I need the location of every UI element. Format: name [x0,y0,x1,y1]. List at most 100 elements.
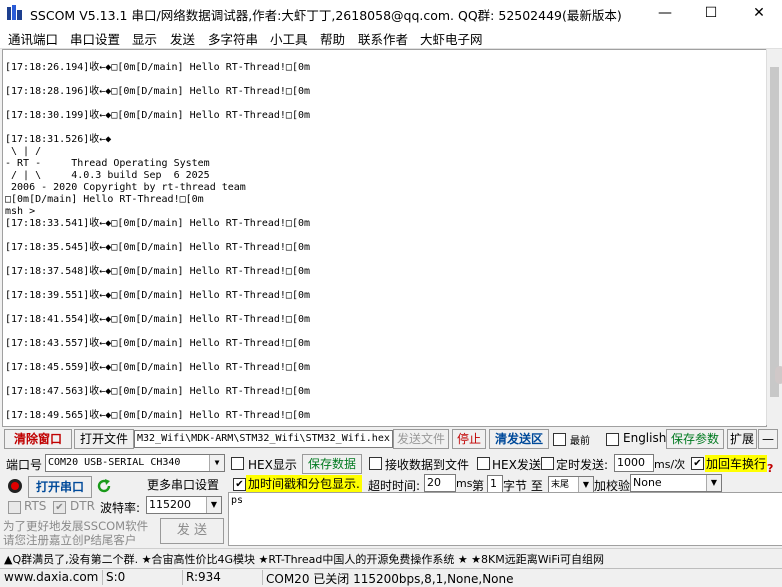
status-site[interactable]: www.daxia.com [0,570,98,585]
app-logo-icon [7,5,22,20]
close-button[interactable]: ✕ [736,0,782,26]
collapse-button[interactable]: — [758,429,778,449]
end-select[interactable]: 末尾 ▼ [548,476,594,493]
send-file-button[interactable]: 发送文件 [393,429,449,449]
baud-rate-value: 115200 [149,498,191,511]
refresh-icon[interactable] [96,478,112,494]
log-line: [17:18:30.199]收←◆□[0m[D/main] Hello RT-T… [5,110,311,121]
english-checkbox[interactable] [606,433,619,446]
interval-unit-label: ms/次 [654,458,686,471]
log-line: [17:18:33.541]收←◆□[0m[D/main] Hello RT-T… [5,218,311,229]
log-line: [17:18:28.196]收←◆□[0m[D/main] Hello RT-T… [5,86,311,97]
expand-button[interactable]: 扩展 [727,429,757,449]
help-mark[interactable]: ? [767,462,773,475]
recv-to-file-checkbox[interactable] [369,457,382,470]
timeout-unit-label: ms [456,477,473,490]
chevron-down-icon[interactable]: ▼ [209,455,224,471]
record-icon[interactable] [7,478,23,494]
scrollbar-thumb[interactable] [770,67,779,397]
log-line: [17:18:47.563]收←◆□[0m[D/main] Hello RT-T… [5,386,311,397]
status-received-count: R:934 [182,570,262,585]
log-line: [17:18:35.545]收←◆□[0m[D/main] Hello RT-T… [5,242,311,253]
status-port-info: COM20 已关闭 115200bps,8,1,None,None [262,570,514,586]
baud-rate-label: 波特率: [100,501,141,515]
timeout-input[interactable]: 20 [424,474,456,492]
hex-display-label: HEX显示 [248,458,297,472]
send-text: ps [231,495,244,506]
byte-index-input[interactable]: 1 [487,475,503,493]
log-line: [17:18:49.565]收←◆□[0m[D/main] Hello RT-T… [5,410,311,421]
ad-ticker[interactable]: ▲Q群满员了,没有第二个群. ★合宙高性价比4G模块 ★RT-Thread中国人… [0,548,782,567]
log-line: \ | / [5,146,42,157]
promo-line-2: 请您注册嘉立创P结尾客户 [3,533,137,547]
port-select[interactable]: COM20 USB-SERIAL CH340 ▼ [45,454,225,472]
save-params-button[interactable]: 保存参数 [666,429,724,449]
checksum-select-value: None [633,476,662,489]
file-path-input[interactable]: M32_Wifi\MDK-ARM\STM32_Wifi\STM32_Wifi.h… [134,430,393,448]
dtr-checkbox[interactable]: ✔ [53,501,66,514]
menu-bar: 通讯端口 串口设置 显示 发送 多字符串 小工具 帮助 联系作者 大虾电子网 [0,26,782,49]
english-label: English [623,431,667,445]
log-line: [17:18:39.551]收←◆□[0m[D/main] Hello RT-T… [5,290,311,301]
rts-label: RTS [24,499,47,513]
menu-help[interactable]: 帮助 [320,29,345,48]
menu-serial-settings[interactable]: 串口设置 [70,29,120,48]
topmost-checkbox[interactable] [553,433,566,446]
ad-ticker-text[interactable]: ▲Q群满员了,没有第二个群. ★合宙高性价比4G模块 ★RT-Thread中国人… [4,551,604,567]
hex-display-checkbox[interactable] [231,457,244,470]
chevron-down-icon[interactable]: ▼ [206,497,221,513]
send-button[interactable]: 发 送 [160,518,224,544]
save-data-button[interactable]: 保存数据 [302,454,362,474]
log-line: - RT - Thread Operating System [5,158,210,169]
clear-send-area-button[interactable]: 清发送区 [489,429,549,449]
log-line: [17:18:43.557]收←◆□[0m[D/main] Hello RT-T… [5,338,311,349]
recv-to-file-label[interactable]: 接收数据到文件 [385,456,469,473]
rts-checkbox[interactable] [8,501,21,514]
log-line: [17:18:26.194]收←◆□[0m[D/main] Hello RT-T… [5,62,311,73]
clear-window-button[interactable]: 清除窗口 [4,429,72,449]
menu-tools[interactable]: 小工具 [270,29,308,48]
timestamp-checkbox[interactable]: ✔ [233,478,246,491]
title-bar: SSCOM V5.13.1 串口/网络数据调试器,作者:大虾丁丁,2618058… [0,0,782,26]
open-file-button[interactable]: 打开文件 [74,429,134,449]
log-line: msh > [5,206,36,217]
menu-display[interactable]: 显示 [132,29,157,48]
end-select-value: 末尾 [551,480,570,490]
window-title: SSCOM V5.13.1 串口/网络数据调试器,作者:大虾丁丁,2618058… [30,8,622,23]
add-crlf-checkbox[interactable]: ✔ [691,457,704,470]
minimize-button[interactable]: — [642,0,688,26]
log-line: [17:18:41.554]收←◆□[0m[D/main] Hello RT-T… [5,314,311,325]
chevron-down-icon[interactable]: ▼ [706,475,721,491]
timestamp-label: 加时间戳和分包显示. [246,475,362,492]
log-line: [17:18:31.526]收←◆ [5,134,112,145]
checksum-select[interactable]: None ▼ [630,474,722,492]
timed-send-checkbox[interactable] [541,457,554,470]
hex-send-checkbox[interactable] [477,457,490,470]
topmost-label: 最前 [570,436,590,447]
hex-send-label: HEX发送 [492,458,541,472]
log-line: 2006 - 2020 Copyright by rt-thread team [5,182,246,193]
status-bar: www.daxia.com S:0 R:934 COM20 已关闭 115200… [0,568,782,586]
chevron-down-icon[interactable]: ▼ [578,477,593,492]
menu-contact-author[interactable]: 联系作者 [358,29,408,48]
stop-button[interactable]: 停止 [452,429,486,449]
dtr-label: DTR [70,499,95,513]
menu-daxia-site[interactable]: 大虾电子网 [420,29,483,48]
menu-multi-string[interactable]: 多字符串 [208,29,258,48]
log-line: [17:18:45.559]收←◆□[0m[D/main] Hello RT-T… [5,362,311,373]
log-line: [17:18:37.548]收←◆□[0m[D/main] Hello RT-T… [5,266,311,277]
open-port-button[interactable]: 打开串口 [28,476,92,498]
receive-area[interactable]: [17:18:26.194]收←◆□[0m[D/main] Hello RT-T… [2,49,767,427]
status-sent-count: S:0 [102,570,182,585]
log-line: □[0m[D/main] Hello RT-Thread!□[0m [5,194,204,205]
more-serial-settings-link[interactable]: 更多串口设置 [147,476,219,493]
maximize-button[interactable]: ☐ [688,0,734,26]
menu-comm-port[interactable]: 通讯端口 [8,29,58,48]
side-edge-handle [775,366,782,384]
send-text-area[interactable]: ps [228,492,782,546]
baud-rate-select[interactable]: 115200 ▼ [146,496,222,514]
port-label: 端口号 [6,458,43,472]
menu-send[interactable]: 发送 [170,29,195,48]
port-select-value: COM20 USB-SERIAL CH340 [48,457,181,468]
timed-interval-input[interactable]: 1000 [614,454,654,472]
